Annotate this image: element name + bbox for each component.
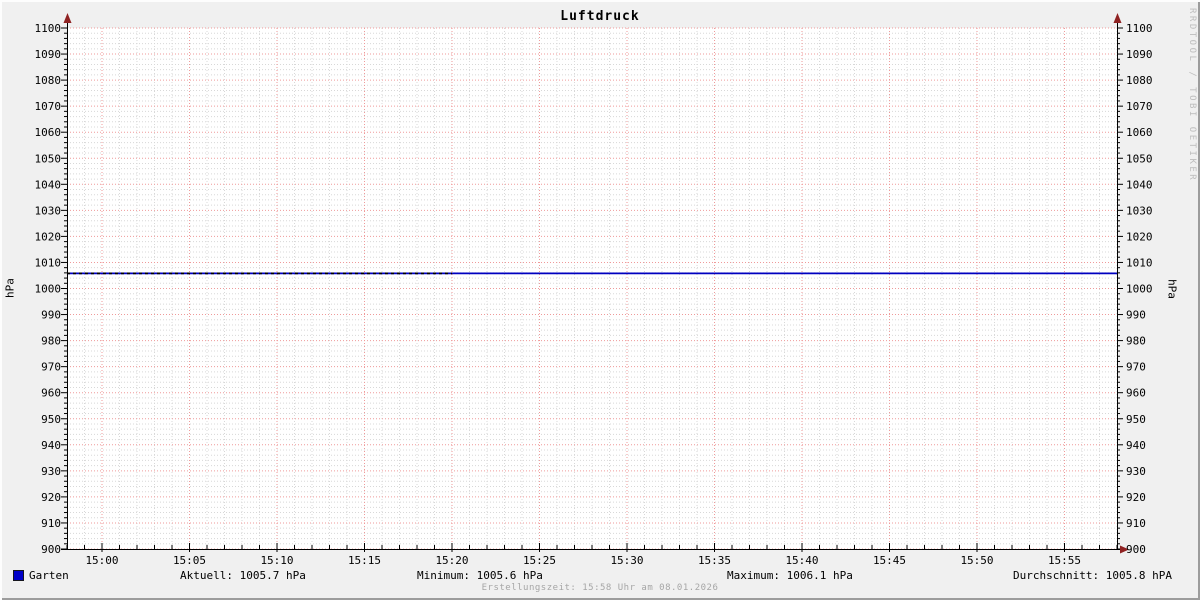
x-tick-label: 15:30 bbox=[610, 554, 643, 567]
y-tick-label-left: 1030 bbox=[35, 204, 62, 217]
x-tick-label: 15:50 bbox=[960, 554, 993, 567]
y-tick-label-left: 1080 bbox=[35, 74, 62, 87]
y-axis-label-right: hPa bbox=[1165, 279, 1179, 299]
y-tick-label-left: 900 bbox=[41, 543, 61, 556]
y-tick-label-right: 980 bbox=[1126, 335, 1146, 348]
y-tick-label-left: 1070 bbox=[35, 100, 62, 113]
y-tick-label-right: 1020 bbox=[1126, 230, 1153, 243]
y-tick-label-left: 1000 bbox=[35, 283, 62, 296]
y-tick-label-right: 920 bbox=[1126, 491, 1146, 504]
y-tick-label-left: 1090 bbox=[35, 48, 62, 61]
y-tick-label-left: 1020 bbox=[35, 230, 62, 243]
y-tick-label-right: 1060 bbox=[1126, 126, 1153, 139]
y-axis-label-left: hPa bbox=[3, 278, 17, 298]
y-tick-label-left: 970 bbox=[41, 361, 61, 374]
x-tick-label: 15:20 bbox=[435, 554, 468, 567]
x-tick-label: 15:00 bbox=[85, 554, 118, 567]
x-tick-label: 15:15 bbox=[348, 554, 381, 567]
y-tick-label-right: 950 bbox=[1126, 413, 1146, 426]
y-tick-label-left: 1010 bbox=[35, 256, 62, 269]
y-tick-label-left: 940 bbox=[41, 439, 61, 452]
y-tick-label-right: 900 bbox=[1126, 543, 1146, 556]
y-tick-label-left: 930 bbox=[41, 465, 61, 478]
x-tick-label: 15:45 bbox=[873, 554, 906, 567]
y-tick-label-right: 960 bbox=[1126, 387, 1146, 400]
x-tick-label: 15:10 bbox=[260, 554, 293, 567]
plot-area: 900 900 910 910 920 920 930 930 940 940 950 950 960 9… bbox=[35, 13, 1153, 567]
y-tick-label-right: 1070 bbox=[1126, 100, 1153, 113]
y-tick-label-left: 1050 bbox=[35, 152, 62, 165]
y-tick-label-left: 1040 bbox=[35, 178, 62, 191]
y-tick-label-right: 940 bbox=[1126, 439, 1146, 452]
y-tick-label-left: 1060 bbox=[35, 126, 62, 139]
x-tick-label: 15:05 bbox=[173, 554, 206, 567]
luftdruck-pressure-graph: 900 900 910 910 920 920 930 930 940 940 950 950 960 9… bbox=[0, 0, 1200, 600]
y-tick-label-right: 1090 bbox=[1126, 48, 1153, 61]
y-tick-label-left: 950 bbox=[41, 413, 61, 426]
y-tick-label-right: 1000 bbox=[1126, 283, 1153, 296]
x-tick-label: 15:55 bbox=[1048, 554, 1081, 567]
y-tick-label-right: 1030 bbox=[1126, 204, 1153, 217]
y-tick-label-right: 970 bbox=[1126, 361, 1146, 374]
y-tick-label-right: 930 bbox=[1126, 465, 1146, 478]
creation-time-text: Erstellungszeit: 15:58 Uhr am 08.01.2026 bbox=[481, 583, 719, 593]
x-tick-label: 15:40 bbox=[785, 554, 818, 567]
rrdtool-watermark: RRDTOOL / TOBI OETIKER bbox=[1187, 8, 1197, 183]
y-tick-label-left: 990 bbox=[41, 309, 61, 322]
y-tick-label-right: 990 bbox=[1126, 309, 1146, 322]
y-tick-label-left: 910 bbox=[41, 517, 61, 530]
x-tick-label: 15:35 bbox=[698, 554, 731, 567]
y-tick-label-left: 960 bbox=[41, 387, 61, 400]
chart-title: Luftdruck bbox=[560, 9, 640, 24]
y-tick-label-right: 1040 bbox=[1126, 178, 1153, 191]
x-tick-labels: 15:00 15:05 15:10 15:15 15:20 15:25 15:30 15:35… bbox=[85, 554, 1081, 567]
y-tick-label-right: 1080 bbox=[1126, 74, 1153, 87]
y-tick-label-left: 920 bbox=[41, 491, 61, 504]
y-tick-label-right: 1050 bbox=[1126, 152, 1153, 165]
y-tick-label-left: 980 bbox=[41, 335, 61, 348]
x-tick-label: 15:25 bbox=[523, 554, 556, 567]
y-tick-label-right: 910 bbox=[1126, 517, 1146, 530]
y-tick-label-right: 1010 bbox=[1126, 256, 1153, 269]
